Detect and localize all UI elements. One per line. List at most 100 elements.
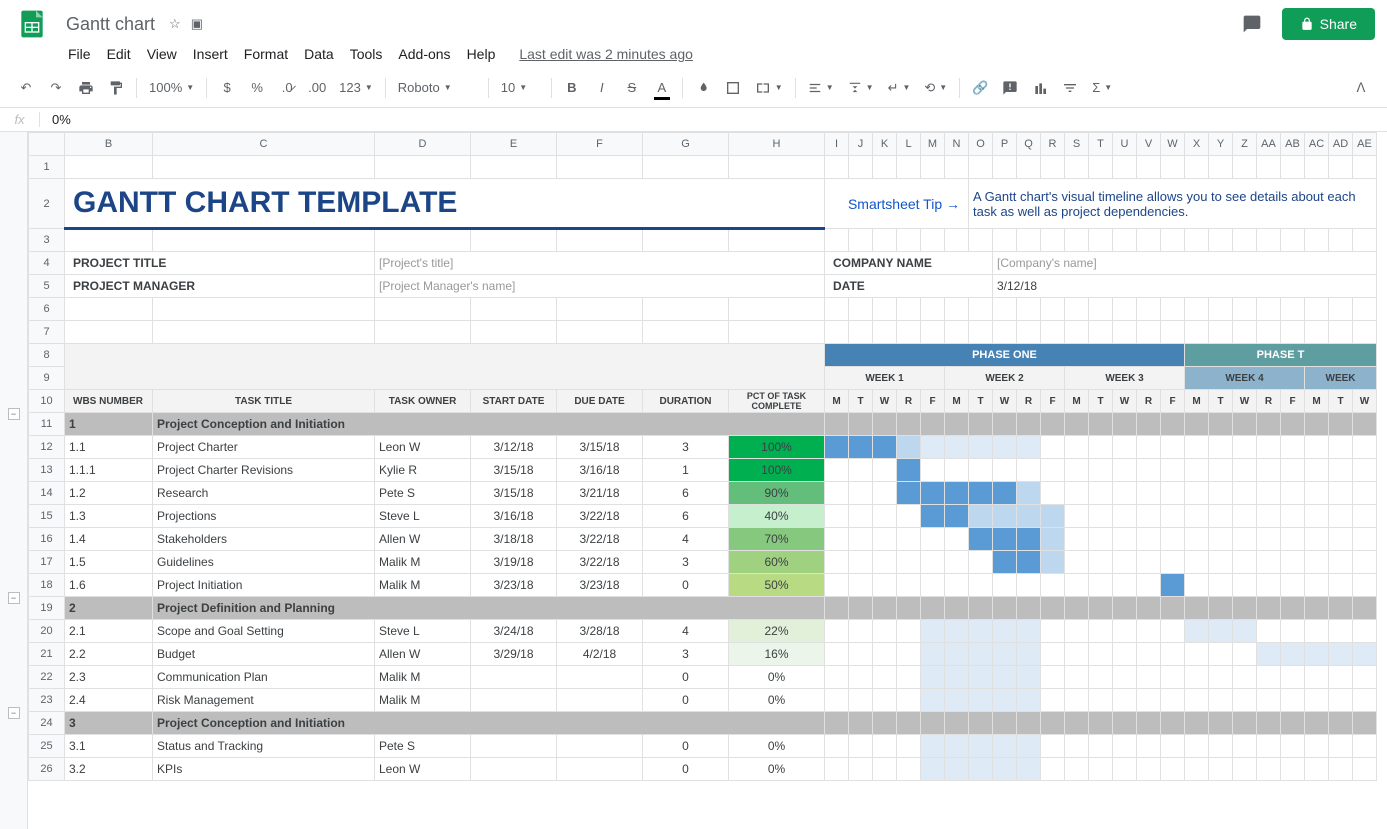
font-dropdown[interactable]: Roboto▼ xyxy=(392,74,482,102)
row-header[interactable]: 26 xyxy=(29,758,65,781)
col-header[interactable]: O xyxy=(969,133,993,156)
row-header[interactable]: 17 xyxy=(29,551,65,574)
menu-help[interactable]: Help xyxy=(459,42,504,66)
chart-button[interactable] xyxy=(1026,74,1054,102)
menu-file[interactable]: File xyxy=(60,42,99,66)
rotate-dropdown[interactable]: ⟲▼ xyxy=(918,74,953,102)
col-header[interactable]: AD xyxy=(1329,133,1353,156)
row-header[interactable]: 25 xyxy=(29,735,65,758)
fill-color-button[interactable] xyxy=(689,74,717,102)
row-header[interactable]: 12 xyxy=(29,436,65,459)
col-header[interactable]: D xyxy=(375,133,471,156)
col-header[interactable]: AE xyxy=(1353,133,1377,156)
text-color-button[interactable]: A xyxy=(648,74,676,102)
col-header[interactable]: S xyxy=(1065,133,1089,156)
bold-button[interactable]: B xyxy=(558,74,586,102)
functions-dropdown[interactable]: Σ▼ xyxy=(1086,74,1118,102)
row-header[interactable]: 10 xyxy=(29,390,65,413)
last-edit-link[interactable]: Last edit was 2 minutes ago xyxy=(511,42,701,66)
col-header[interactable]: AB xyxy=(1281,133,1305,156)
star-icon[interactable]: ☆ xyxy=(169,16,181,32)
currency-button[interactable]: $ xyxy=(213,74,241,102)
row-header[interactable]: 7 xyxy=(29,321,65,344)
row-header[interactable]: 22 xyxy=(29,666,65,689)
redo-button[interactable]: ↷ xyxy=(42,74,70,102)
filter-button[interactable] xyxy=(1056,74,1084,102)
col-header[interactable]: H xyxy=(729,133,825,156)
row-header[interactable]: 6 xyxy=(29,298,65,321)
col-header[interactable]: E xyxy=(471,133,557,156)
italic-button[interactable]: I xyxy=(588,74,616,102)
decimal-dec-button[interactable]: .0̷ xyxy=(273,74,301,102)
col-header[interactable]: F xyxy=(557,133,643,156)
menu-addons[interactable]: Add-ons xyxy=(390,42,458,66)
row-header[interactable]: 19 xyxy=(29,597,65,620)
row-header[interactable]: 14 xyxy=(29,482,65,505)
menu-tools[interactable]: Tools xyxy=(342,42,391,66)
row-header[interactable]: 18 xyxy=(29,574,65,597)
col-header[interactable]: B xyxy=(65,133,153,156)
col-header[interactable]: AC xyxy=(1305,133,1329,156)
menu-format[interactable]: Format xyxy=(236,42,296,66)
row-header[interactable]: 8 xyxy=(29,344,65,367)
col-header[interactable]: T xyxy=(1089,133,1113,156)
col-header[interactable]: Z xyxy=(1233,133,1257,156)
row-header[interactable]: 11 xyxy=(29,413,65,436)
zoom-dropdown[interactable]: 100%▼ xyxy=(143,74,200,102)
col-header[interactable]: K xyxy=(873,133,897,156)
row-header[interactable]: 21 xyxy=(29,643,65,666)
undo-button[interactable]: ↶ xyxy=(12,74,40,102)
col-header[interactable]: AA xyxy=(1257,133,1281,156)
col-header[interactable]: R xyxy=(1041,133,1065,156)
row-header[interactable]: 23 xyxy=(29,689,65,712)
col-header[interactable]: Y xyxy=(1209,133,1233,156)
col-header[interactable]: V xyxy=(1137,133,1161,156)
row-header[interactable]: 2 xyxy=(29,179,65,229)
row-header[interactable]: 9 xyxy=(29,367,65,390)
menu-view[interactable]: View xyxy=(139,42,185,66)
col-header[interactable]: W xyxy=(1161,133,1185,156)
col-header[interactable]: N xyxy=(945,133,969,156)
link-button[interactable]: 🔗 xyxy=(966,74,994,102)
sheets-logo-icon[interactable] xyxy=(12,4,52,44)
decimal-inc-button[interactable]: .00 xyxy=(303,74,331,102)
collapse-toolbar-button[interactable]: ᐱ xyxy=(1347,74,1375,102)
comment-button[interactable] xyxy=(996,74,1024,102)
print-button[interactable] xyxy=(72,74,100,102)
outline-collapse-1[interactable]: − xyxy=(8,408,20,420)
col-header[interactable]: I xyxy=(825,133,849,156)
col-header[interactable]: G xyxy=(643,133,729,156)
outline-collapse-3[interactable]: − xyxy=(8,707,20,719)
font-size-dropdown[interactable]: 10▼ xyxy=(495,74,545,102)
borders-button[interactable] xyxy=(719,74,747,102)
row-header[interactable]: 1 xyxy=(29,156,65,179)
col-header[interactable]: P xyxy=(993,133,1017,156)
share-button[interactable]: Share xyxy=(1282,8,1375,40)
row-header[interactable]: 24 xyxy=(29,712,65,735)
document-title[interactable]: Gantt chart xyxy=(60,12,161,37)
row-header[interactable]: 13 xyxy=(29,459,65,482)
col-header[interactable]: Q xyxy=(1017,133,1041,156)
col-header[interactable]: U xyxy=(1113,133,1137,156)
row-header[interactable]: 4 xyxy=(29,252,65,275)
col-header[interactable]: M xyxy=(921,133,945,156)
merge-dropdown[interactable]: ▼ xyxy=(749,74,789,102)
halign-dropdown[interactable]: ▼ xyxy=(802,74,840,102)
percent-button[interactable]: % xyxy=(243,74,271,102)
spreadsheet-grid[interactable]: BCDEFGHIJKLMNOPQRSTUVWXYZAAABACADAE 12GA… xyxy=(28,132,1387,829)
wrap-dropdown[interactable]: ↵▼ xyxy=(882,74,917,102)
col-header[interactable]: J xyxy=(849,133,873,156)
menu-insert[interactable]: Insert xyxy=(185,42,236,66)
row-header[interactable]: 3 xyxy=(29,229,65,252)
formula-input[interactable]: 0% xyxy=(40,112,83,127)
number-format-dropdown[interactable]: 123▼ xyxy=(333,74,379,102)
menu-edit[interactable]: Edit xyxy=(99,42,139,66)
smartsheet-tip-link[interactable]: Smartsheet Tip → xyxy=(825,179,969,229)
col-header[interactable]: C xyxy=(153,133,375,156)
row-header[interactable]: 16 xyxy=(29,528,65,551)
row-header[interactable]: 15 xyxy=(29,505,65,528)
paint-format-button[interactable] xyxy=(102,74,130,102)
outline-collapse-2[interactable]: − xyxy=(8,592,20,604)
menu-data[interactable]: Data xyxy=(296,42,342,66)
strike-button[interactable]: S xyxy=(618,74,646,102)
